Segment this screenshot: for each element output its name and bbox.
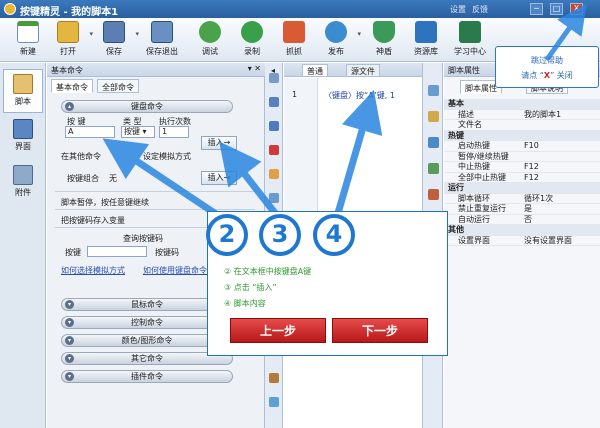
arrow-to-close-button xyxy=(545,3,587,61)
next-step-button[interactable]: 下一步 xyxy=(332,318,428,343)
step-badge-2: 2 xyxy=(206,214,248,256)
step-badge-3: 3 xyxy=(259,214,301,256)
guide-step-3: ③ 点击 “插入” xyxy=(224,283,277,292)
step-badge-4: 4 xyxy=(313,214,355,256)
guide-step-4: ④ 脚本内容 xyxy=(224,299,266,308)
previous-step-button[interactable]: 上一步 xyxy=(230,318,326,343)
guide-step-2: ② 在文本框中按键盘A键 xyxy=(224,267,312,276)
arrow-to-script-line xyxy=(332,89,383,224)
